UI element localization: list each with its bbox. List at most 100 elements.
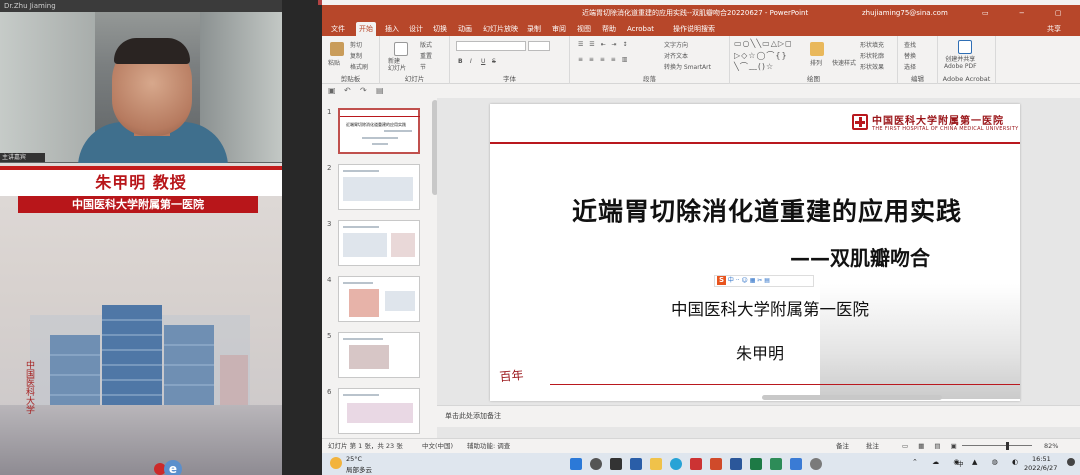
tencent-meeting-icon[interactable]	[790, 458, 802, 470]
paste-icon[interactable]	[330, 42, 344, 56]
edge-icon[interactable]	[670, 458, 682, 470]
horizontal-scrollbar[interactable]	[762, 395, 942, 400]
shape-effects-button[interactable]: 形状效果	[860, 62, 884, 71]
weather-desc[interactable]: 局部多云	[346, 464, 372, 474]
zoom-slider[interactable]	[962, 445, 1032, 446]
font-name-box[interactable]	[456, 41, 526, 51]
settings-icon[interactable]	[810, 458, 822, 470]
copy-button[interactable]: 复制	[350, 51, 362, 60]
wechat-icon[interactable]	[770, 458, 782, 470]
notification-icon[interactable]	[1067, 458, 1075, 466]
powerpoint-icon[interactable]	[710, 458, 722, 470]
tab-file[interactable]: 文件	[328, 22, 348, 36]
thumbnail-slide-6[interactable]	[338, 388, 420, 434]
pdf-icon[interactable]	[958, 40, 972, 54]
thumbnail-slide-4[interactable]	[338, 276, 420, 322]
create-pdf-button[interactable]: 创建并共享 Adobe PDF	[944, 56, 977, 70]
quick-styles-button[interactable]: 快速样式	[832, 58, 856, 67]
comments-button[interactable]: 批注	[866, 439, 879, 453]
align-text-button[interactable]: 对齐文本	[664, 51, 688, 60]
new-slide-button[interactable]: 新建 幻灯片	[388, 58, 406, 72]
share-button[interactable]: 共享	[1044, 22, 1064, 36]
select-button[interactable]: 选择	[904, 62, 916, 71]
ime-toolbar-buttons[interactable]: 中 ·· ☺ ▦ ✂ ▤	[728, 277, 770, 284]
undo-icon[interactable]: ↶	[344, 84, 351, 98]
thumbnail-slide-1[interactable]: 近端胃切除消化道重建的应用实践	[338, 108, 420, 154]
thumbnail-slide-5[interactable]	[338, 332, 420, 378]
tab-record[interactable]: 录制	[524, 22, 544, 36]
shapes-gallery[interactable]: ▭○╲╲▭△▷◻	[734, 39, 793, 48]
text-direction-button[interactable]: 文字方向	[664, 40, 688, 49]
slide-institution[interactable]: 中国医科大学附属第一医院	[630, 296, 910, 320]
network-volume-icons[interactable]: ▲ ◍ ◐	[972, 458, 1024, 466]
word-icon[interactable]	[730, 458, 742, 470]
accessibility-status[interactable]: 辅助功能: 调查	[467, 439, 510, 453]
font-size-box[interactable]	[528, 41, 550, 51]
thumbnail-slide-3[interactable]	[338, 220, 420, 266]
new-slide-icon[interactable]	[394, 42, 408, 56]
zoom-slider-thumb[interactable]	[1006, 442, 1009, 450]
notes-pane[interactable]: 单击此处添加备注	[437, 405, 1080, 427]
shapes-gallery-row3[interactable]: ╲⌒﹏()☆	[734, 61, 774, 72]
slide-subtitle[interactable]: ——双肌瓣吻合	[790, 242, 930, 271]
search-icon[interactable]	[590, 458, 602, 470]
account-email[interactable]: zhujiaming75@sina.com	[862, 5, 948, 22]
tab-acrobat[interactable]: Acrobat	[624, 22, 657, 36]
format-painter-button[interactable]: 格式刷	[350, 62, 368, 71]
view-buttons[interactable]: ▭ ▦ ▤ ▣	[902, 439, 961, 453]
tab-animations[interactable]: 动画	[455, 22, 475, 36]
ime-toolbar[interactable]: S 中 ·· ☺ ▦ ✂ ▤	[714, 275, 814, 287]
shape-outline-button[interactable]: 形状轮廓	[860, 51, 884, 60]
current-slide[interactable]: 中国医科大学附属第一医院 THE FIRST HOSPITAL OF CHINA…	[490, 104, 1020, 401]
list-buttons[interactable]: ☰ ☰ ⇤ ⇥ ↕	[578, 41, 629, 48]
clock-time[interactable]: 16:51	[1032, 455, 1051, 463]
tab-slideshow[interactable]: 幻灯片放映	[480, 22, 521, 36]
paste-button[interactable]: 粘贴	[328, 58, 340, 67]
reset-button[interactable]: 重置	[420, 51, 432, 60]
clock-date[interactable]: 2022/6/27	[1024, 464, 1057, 472]
layout-button[interactable]: 版式	[420, 40, 432, 49]
widgets-icon[interactable]	[630, 458, 642, 470]
weather-temp[interactable]: 25°C	[346, 455, 362, 463]
replace-button[interactable]: 替换	[904, 51, 916, 60]
strikethrough-button[interactable]: S	[492, 58, 496, 65]
bold-button[interactable]: B	[458, 58, 463, 65]
cut-button[interactable]: 剪切	[350, 40, 362, 49]
slide-speaker[interactable]: 朱甲明	[710, 340, 810, 364]
save-icon[interactable]: ▣	[328, 84, 336, 98]
arrange-button[interactable]: 排列	[810, 58, 822, 67]
italic-button[interactable]: I	[470, 58, 472, 65]
notes-button[interactable]: 备注	[836, 439, 849, 453]
shapes-gallery-row2[interactable]: ▷◇☆◯⌒{}	[734, 50, 788, 61]
clipboard-label: 剪贴板	[340, 75, 361, 83]
present-icon[interactable]: ▤	[376, 84, 384, 98]
convert-smartart-button[interactable]: 转换为 SmartArt	[664, 62, 711, 71]
tab-transitions[interactable]: 切换	[430, 22, 450, 36]
tab-help[interactable]: 帮助	[599, 22, 619, 36]
start-icon[interactable]	[570, 458, 582, 470]
file-explorer-icon[interactable]	[650, 458, 662, 470]
redo-icon[interactable]: ↷	[360, 84, 367, 98]
sogou-icon[interactable]: S	[717, 276, 726, 285]
slide-title[interactable]: 近端胃切除消化道重建的应用实践	[532, 192, 1002, 228]
align-buttons[interactable]: ≡ ≡ ≡ ≡ ▥	[578, 56, 629, 63]
ime-indicator[interactable]: 中	[957, 458, 964, 468]
tab-insert[interactable]: 插入	[382, 22, 402, 36]
task-view-icon[interactable]	[610, 458, 622, 470]
tab-view[interactable]: 视图	[574, 22, 594, 36]
arrange-icon[interactable]	[810, 42, 824, 56]
zoom-level[interactable]: 82%	[1044, 439, 1058, 453]
app-icon[interactable]	[690, 458, 702, 470]
tell-me-search[interactable]: 操作说明搜索	[670, 22, 718, 36]
shape-fill-button[interactable]: 形状填充	[860, 40, 884, 49]
thumbnail-slide-2[interactable]	[338, 164, 420, 210]
section-button[interactable]: 节	[420, 62, 426, 71]
underline-button[interactable]: U	[481, 58, 485, 65]
weather-icon[interactable]	[330, 457, 342, 469]
tab-review[interactable]: 审阅	[549, 22, 569, 36]
tab-design[interactable]: 设计	[406, 22, 426, 36]
tab-home[interactable]: 开始	[356, 22, 376, 36]
find-button[interactable]: 查找	[904, 40, 916, 49]
excel-icon[interactable]	[750, 458, 762, 470]
language-status[interactable]: 中文(中国)	[422, 439, 453, 453]
